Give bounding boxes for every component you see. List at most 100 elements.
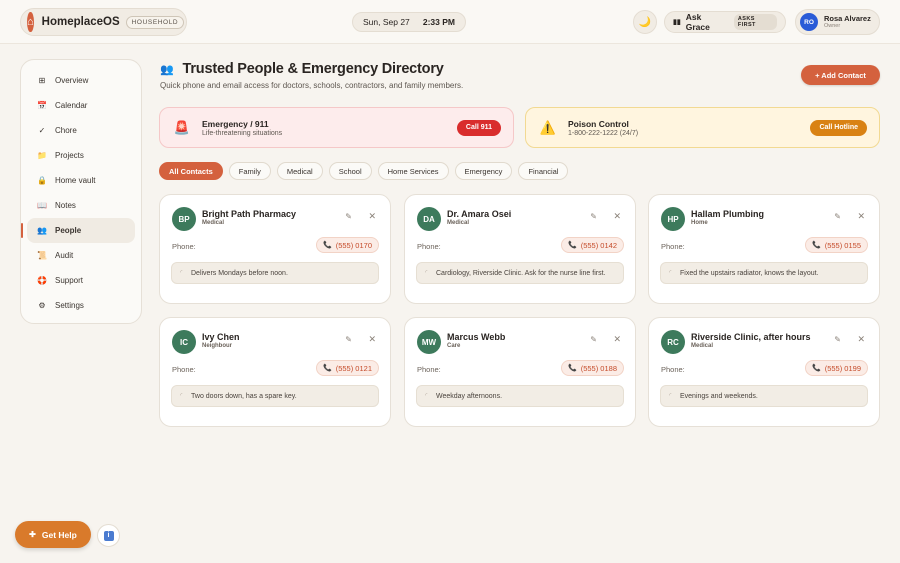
contact-card: MW Marcus Webb Care ✎ ✕ Phone: 📞 (555) 01… bbox=[404, 317, 636, 427]
info-icon: i bbox=[103, 530, 114, 541]
close-icon[interactable]: ✕ bbox=[857, 334, 865, 345]
close-icon[interactable]: ✕ bbox=[368, 211, 376, 222]
contact-category: Care bbox=[447, 343, 461, 349]
people-icon: 👥 bbox=[37, 226, 47, 235]
contact-note: ◜ Cardiology, Riverside Clinic. Ask for t… bbox=[416, 262, 624, 285]
contact-name: Riverside Clinic, after hours bbox=[691, 332, 811, 342]
edit-icon[interactable]: ✎ bbox=[345, 212, 352, 221]
note-icon: ◜ bbox=[669, 270, 672, 276]
phone-number: (555) 0188 bbox=[580, 363, 617, 373]
avatar: MW bbox=[417, 330, 441, 354]
phone-number: (555) 0155 bbox=[824, 240, 861, 250]
contact-note: ◜ Evenings and weekends. bbox=[660, 385, 868, 408]
phone-call-button[interactable]: 📞 (555) 0188 bbox=[561, 360, 624, 376]
phone-label: Phone: bbox=[417, 365, 441, 374]
filter-school[interactable]: School bbox=[328, 162, 372, 180]
contact-card: IC Ivy Chen Neighbour ✎ ✕ Phone: 📞 (555) … bbox=[159, 317, 391, 427]
sidebar-item-notes[interactable]: 📖 Notes bbox=[27, 193, 135, 218]
contact-note: ◜ Two doors down, has a spare key. bbox=[171, 385, 379, 408]
add-contact-button[interactable]: + Add Contact bbox=[801, 65, 880, 85]
note-text: Delivers Mondays before noon. bbox=[191, 270, 288, 277]
note-icon: ◜ bbox=[425, 270, 428, 276]
filter-medical[interactable]: Medical bbox=[276, 162, 323, 180]
phone-call-button[interactable]: 📞 (555) 0121 bbox=[316, 360, 379, 376]
note-text: Fixed the upstairs radiator, knows the l… bbox=[680, 270, 819, 277]
call-911-button[interactable]: Call 911 bbox=[456, 119, 501, 136]
edit-icon[interactable]: ✎ bbox=[590, 212, 597, 221]
brand[interactable]: ⌂ HomeplaceOS HOUSEHOLD bbox=[20, 8, 187, 36]
sidebar-item-label: Chore bbox=[55, 126, 77, 135]
filter-all-contacts[interactable]: All Contacts bbox=[159, 162, 223, 180]
sidebar-item-calendar[interactable]: 📅 Calendar bbox=[27, 93, 135, 118]
phone-call-button[interactable]: 📞 (555) 0155 bbox=[805, 237, 868, 253]
sidebar-item-settings[interactable]: ⚙ Settings bbox=[27, 293, 135, 318]
contact-category: Neighbour bbox=[202, 343, 232, 349]
note-text: Two doors down, has a spare key. bbox=[191, 393, 297, 400]
edit-icon[interactable]: ✎ bbox=[345, 335, 352, 344]
phone-icon: 📞 bbox=[323, 242, 332, 249]
avatar: BP bbox=[172, 207, 196, 231]
ask-badge: ASKS FIRST bbox=[733, 14, 777, 30]
avatar: IC bbox=[172, 330, 196, 354]
sidebar-item-chore[interactable]: ✓ Chore bbox=[27, 118, 135, 143]
phone-number: (555) 0199 bbox=[824, 363, 861, 373]
ask-grace-button[interactable]: ▮▮ Ask Grace ASKS FIRST bbox=[664, 11, 786, 33]
phone-call-button[interactable]: 📞 (555) 0199 bbox=[805, 360, 868, 376]
lifebuoy-icon: 🛟 bbox=[37, 276, 47, 285]
page-title: 👥 Trusted People & Emergency Directory bbox=[160, 61, 444, 77]
contact-note: ◜ Delivers Mondays before noon. bbox=[171, 262, 379, 285]
edit-icon[interactable]: ✎ bbox=[834, 335, 841, 344]
close-icon[interactable]: ✕ bbox=[613, 334, 621, 345]
filter-emergency[interactable]: Emergency bbox=[454, 162, 513, 180]
sidebar-item-label: People bbox=[55, 226, 82, 235]
filter-home-services[interactable]: Home Services bbox=[377, 162, 449, 180]
close-icon[interactable]: ✕ bbox=[857, 211, 865, 222]
filter-bar: All Contacts Family Medical School Home … bbox=[159, 162, 569, 180]
close-icon[interactable]: ✕ bbox=[613, 211, 621, 222]
phone-number: (555) 0170 bbox=[335, 240, 372, 250]
theme-toggle-button[interactable]: 🌙 bbox=[633, 10, 657, 34]
sidebar-item-people[interactable]: 👥 People bbox=[21, 218, 135, 243]
phone-icon: 📞 bbox=[568, 242, 577, 249]
sidebar-item-label: Overview bbox=[55, 76, 89, 85]
close-icon[interactable]: ✕ bbox=[368, 334, 376, 345]
contact-name: Hallam Plumbing bbox=[691, 209, 765, 219]
edit-icon[interactable]: ✎ bbox=[834, 212, 841, 221]
alert-subtitle: 1-800-222-1222 (24/7) bbox=[568, 129, 639, 137]
sidebar-item-home-vault[interactable]: 🔒 Home vault bbox=[27, 168, 135, 193]
call-hotline-button[interactable]: Call Hotline bbox=[810, 119, 867, 136]
sidebar: ⊞ Overview 📅 Calendar ✓ Chore 📁 Projects 🔒 Ho… bbox=[20, 59, 142, 324]
contact-card: BP Bright Path Pharmacy Medical ✎ ✕ Phon… bbox=[159, 194, 391, 304]
app-name: HomeplaceOS bbox=[41, 16, 120, 28]
phone-label: Phone: bbox=[661, 242, 685, 251]
phone-label: Phone: bbox=[661, 365, 685, 374]
phone-number: (555) 0142 bbox=[580, 240, 617, 250]
sidebar-item-support[interactable]: 🛟 Support bbox=[27, 268, 135, 293]
filter-financial[interactable]: Financial bbox=[518, 162, 569, 180]
edit-icon[interactable]: ✎ bbox=[590, 335, 597, 344]
contact-card: RC Riverside Clinic, after hours Medical… bbox=[648, 317, 880, 427]
sidebar-item-label: Home vault bbox=[55, 176, 96, 185]
phone-call-button[interactable]: 📞 (555) 0170 bbox=[316, 237, 379, 253]
avatar: RO bbox=[800, 13, 818, 31]
phone-call-button[interactable]: 📞 (555) 0142 bbox=[561, 237, 624, 253]
note-icon: ◜ bbox=[180, 270, 183, 276]
note-icon: ◜ bbox=[669, 393, 672, 399]
book-icon: 📖 bbox=[37, 201, 47, 210]
phone-icon: 📞 bbox=[812, 242, 821, 249]
note-icon: ◜ bbox=[425, 393, 428, 399]
sidebar-item-projects[interactable]: 📁 Projects bbox=[27, 143, 135, 168]
user-menu[interactable]: RO Rosa Alvarez Owner bbox=[795, 9, 880, 35]
sidebar-item-label: Projects bbox=[55, 151, 84, 160]
info-button[interactable]: i bbox=[97, 524, 120, 547]
sidebar-item-overview[interactable]: ⊞ Overview bbox=[27, 68, 135, 93]
sidebar-item-audit[interactable]: 📜 Audit bbox=[27, 243, 135, 268]
date-text: Sun, Sep 27 bbox=[363, 17, 410, 27]
page-subtitle: Quick phone and email access for doctors… bbox=[160, 81, 464, 90]
home-icon: ⌂ bbox=[27, 12, 34, 32]
calendar-icon: 📅 bbox=[37, 101, 47, 110]
get-help-button[interactable]: ✚ Get Help bbox=[15, 521, 91, 548]
moon-icon: 🌙 bbox=[638, 16, 652, 28]
filter-family[interactable]: Family bbox=[228, 162, 271, 180]
time-text: 2:33 PM bbox=[422, 17, 455, 27]
